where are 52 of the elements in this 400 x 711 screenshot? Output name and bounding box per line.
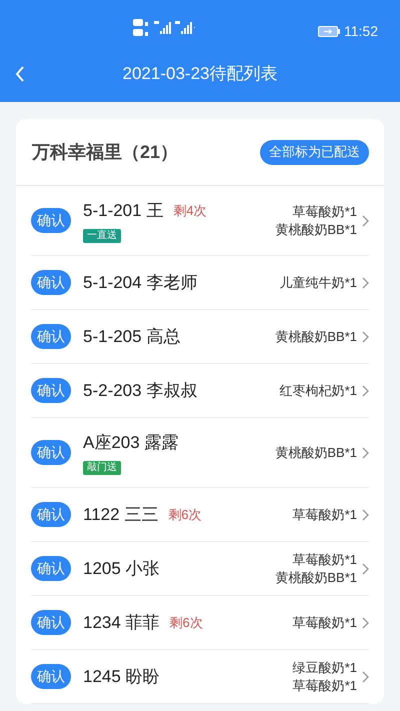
- remaining-count: 剩4次: [173, 202, 207, 220]
- address-name: 5-1-201 王: [83, 200, 164, 222]
- product-item: 黄桃酸奶BB*1: [275, 568, 357, 586]
- page-title: 2021-03-23待配列表: [122, 62, 278, 85]
- address-name: 1234 菲菲: [83, 612, 160, 634]
- delivery-tag: 敲门送: [83, 460, 121, 475]
- address-name: 5-1-204 李老师: [83, 272, 198, 294]
- product-item: 草莓酸奶*1: [292, 676, 357, 694]
- address-name: 1205 小张: [83, 558, 160, 580]
- confirm-button[interactable]: 确认: [31, 208, 71, 233]
- delivery-tag: 一直送: [83, 228, 121, 243]
- confirm-button[interactable]: 确认: [31, 556, 71, 581]
- confirm-button[interactable]: 确认: [31, 664, 71, 689]
- mark-all-delivered-button[interactable]: 全部标为已配送: [260, 140, 369, 164]
- confirm-button[interactable]: 确认: [31, 324, 71, 349]
- chevron-right-icon[interactable]: [362, 616, 369, 628]
- remaining-count: 剩6次: [170, 614, 203, 632]
- confirm-button[interactable]: 确认: [31, 440, 71, 465]
- group-title: 万科幸福里（21）: [32, 140, 178, 164]
- address-name: 1245 盼盼: [83, 666, 160, 688]
- chevron-right-icon[interactable]: [362, 562, 369, 574]
- status-time: 11:52: [344, 22, 378, 41]
- product-item: 红枣枸杞奶*1: [280, 382, 357, 400]
- product-item: 草莓酸奶*1: [292, 614, 357, 632]
- battery-icon: [318, 26, 340, 37]
- product-item: 草莓酸奶*1: [292, 506, 357, 524]
- confirm-button[interactable]: 确认: [31, 378, 71, 403]
- confirm-button[interactable]: 确认: [31, 502, 71, 527]
- chevron-right-icon[interactable]: [362, 670, 369, 682]
- product-item: 黄桃酸奶BB*1: [275, 220, 357, 238]
- product-item: 绿豆酸奶*1: [292, 658, 357, 676]
- confirm-button[interactable]: 确认: [31, 270, 71, 295]
- chevron-right-icon[interactable]: [362, 276, 369, 288]
- remaining-count: 剩6次: [168, 506, 202, 524]
- address-name: A座203 露露: [83, 432, 178, 454]
- product-item: 儿童纯牛奶*1: [280, 274, 357, 292]
- address-name: 1122 三三: [83, 504, 158, 526]
- product-item: 黄桃酸奶BB*1: [275, 444, 357, 462]
- confirm-button[interactable]: 确认: [31, 610, 71, 635]
- chevron-right-icon[interactable]: [362, 508, 369, 520]
- chevron-right-icon[interactable]: [362, 384, 369, 396]
- signal-icon: [154, 21, 172, 35]
- chevron-right-icon[interactable]: [362, 214, 369, 226]
- product-item: 黄桃酸奶BB*1: [275, 328, 357, 346]
- product-item: 草莓酸奶*1: [292, 550, 357, 568]
- chevron-right-icon[interactable]: [362, 330, 369, 342]
- hd-icon: [133, 18, 151, 38]
- chevron-right-icon[interactable]: [362, 446, 369, 458]
- product-item: 草莓酸奶*1: [292, 202, 357, 220]
- address-name: 5-1-205 高总: [83, 326, 180, 348]
- signal-icon: [175, 21, 195, 35]
- address-name: 5-2-203 李叔叔: [83, 380, 198, 402]
